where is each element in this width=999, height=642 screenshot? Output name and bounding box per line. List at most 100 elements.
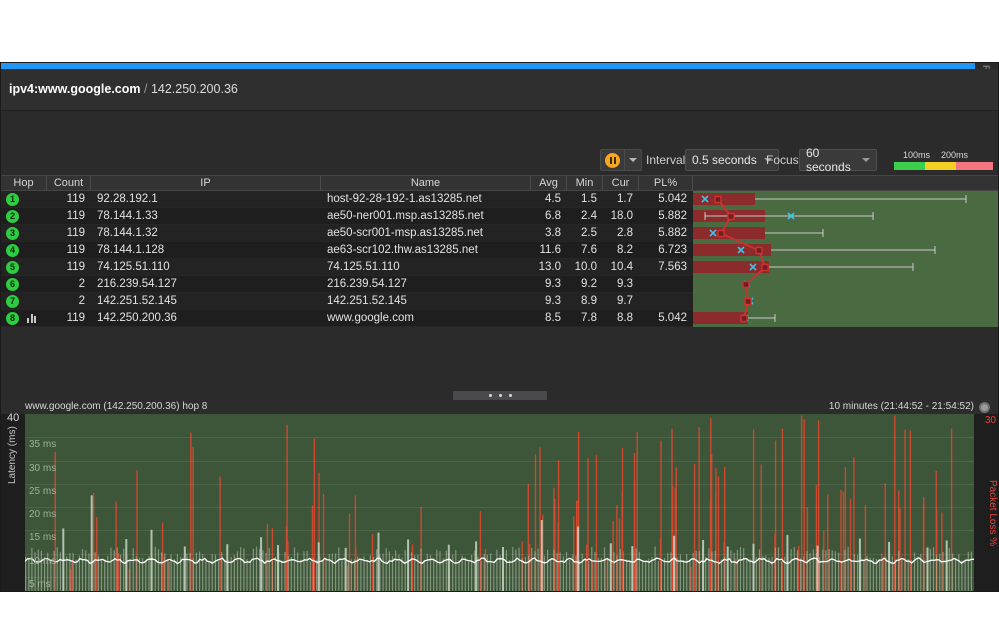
gear-icon[interactable] [979,402,990,413]
table-row[interactable]: 311978.144.1.32ae50-scr001-msp.as13285.n… [1,225,999,242]
ip-cell: 78.144.1.128 [91,242,321,259]
pause-button[interactable] [600,149,624,171]
legend-tick-100ms: 100ms [903,150,930,160]
gridline-label: 20 ms [29,509,56,520]
y-axis-left-min: 0 [13,590,19,592]
pl-cell: 5.882 [639,208,693,225]
count-cell: 119 [47,259,91,276]
title-separator: / [144,82,147,96]
pause-dropdown-button[interactable] [624,149,642,171]
name-cell: www.google.com [321,310,531,327]
title-ip: 142.250.200.36 [151,82,238,96]
column-header-count[interactable]: Count [47,175,91,191]
column-header-latency[interactable] [693,175,999,191]
hop-badge: 7 [6,295,19,308]
avg-cell: 9.3 [531,276,567,293]
gridline-label: 5 ms [29,579,51,590]
plot-svg [25,414,974,592]
legend-tick-200ms: 200ms [941,150,968,160]
hop-cell: 5 [1,259,47,276]
name-cell: ae50-ner001.msp.as13285.net [321,208,531,225]
min-cell: 9.2 [567,276,603,293]
avg-cell: 13.0 [531,259,567,276]
chevron-down-icon [629,158,637,162]
interval-label: Interval [646,153,685,167]
name-cell: host-92-28-192-1.as13285.net [321,191,531,208]
min-cell: 8.9 [567,293,603,310]
hop-cell: 2 [1,208,47,225]
hop-badge: 8 [6,312,19,325]
hop-cell: 4 [1,242,47,259]
cur-cell: 8.2 [603,242,639,259]
gridline-label: 15 ms [29,532,56,543]
count-cell: 119 [47,242,91,259]
cur-cell: 10.4 [603,259,639,276]
min-cell: 2.4 [567,208,603,225]
pl-cell: 5.042 [639,310,693,327]
min-cell: 2.5 [567,225,603,242]
latency-bar-cell [693,259,999,276]
page-title: ipv4:www.google.com / 142.250.200.36 [9,82,238,96]
column-header-cur[interactable]: Cur [603,175,639,191]
latency-timeline-plot[interactable] [25,414,974,592]
splitter-grip[interactable] [453,391,547,400]
table-row[interactable]: 511974.125.51.11074.125.51.11013.010.010… [1,259,999,276]
gridline [25,437,974,438]
table-row[interactable]: 4 11978.144.1.128ae63-scr102.thw.as13285.… [1,242,999,259]
interval-value: 0.5 seconds [686,153,764,167]
gridline [25,554,974,555]
avg-cell: 11.6 [531,242,567,259]
title-host: ipv4:www.google.com [9,82,141,96]
gridline [25,461,974,462]
avg-cell: 4.5 [531,191,567,208]
pl-cell [639,276,693,293]
ip-cell: 74.125.51.110 [91,259,321,276]
gridline-label: 35 ms [29,439,56,450]
pl-cell: 5.882 [639,225,693,242]
name-cell: 74.125.51.110 [321,259,531,276]
latency-bar-cell [693,310,999,327]
hop-badge: 2 [6,210,19,223]
column-header-ip[interactable]: IP [91,175,321,191]
column-header-pl[interactable]: PL% [639,175,693,191]
table-row[interactable]: 72142.251.52.145142.251.52.1459.38.99.7 [1,293,999,310]
column-header-hop[interactable]: Hop [1,175,47,191]
table-row[interactable]: 111992.28.192.1host-92-28-192-1.as13285.… [1,191,999,208]
grip-dot [489,394,492,397]
avg-cell: 9.3 [531,293,567,310]
table-row[interactable]: 62216.239.54.127216.239.54.1279.39.29.3 [1,276,999,293]
graph-title-bar: www.google.com (142.250.200.36) hop 8 10… [1,400,999,414]
timeline-graph-panel: www.google.com (142.250.200.36) hop 8 10… [1,400,999,592]
name-cell: ae63-scr102.thw.as13285.net [321,242,531,259]
name-cell: 142.251.52.145 [321,293,531,310]
count-cell: 119 [47,208,91,225]
hop-table: Hop Count IP Name Avg Min Cur PL% 111992… [1,175,999,344]
y-axis-left-label: Latency (ms) [7,426,18,484]
splitter-area [1,327,999,399]
legend-swatch-green [894,162,925,170]
bar-chart-icon[interactable] [27,314,38,323]
cur-cell: 2.8 [603,225,639,242]
avg-cell: 8.5 [531,310,567,327]
column-header-avg[interactable]: Avg [531,175,567,191]
hop-badge: 5 [6,261,19,274]
hop-cell: 1 [1,191,47,208]
ip-cell: 216.239.54.127 [91,276,321,293]
focus-label: Focus [766,153,799,167]
hop-badge: 1 [6,193,19,206]
pl-cell: 5.042 [639,191,693,208]
table-row[interactable]: 8119142.250.200.36www.google.com8.57.88.… [1,310,999,327]
interval-select[interactable]: 0.5 seconds [685,149,779,171]
pause-icon [605,153,620,168]
hop-cell: 7 [1,293,47,310]
pl-cell [639,293,693,310]
focus-select[interactable]: 60 seconds [799,149,877,171]
column-header-name[interactable]: Name [321,175,531,191]
graph-title: www.google.com (142.250.200.36) hop 8 [25,400,207,414]
gridline [25,577,974,578]
cur-cell: 8.8 [603,310,639,327]
column-header-min[interactable]: Min [567,175,603,191]
table-row[interactable]: 211978.144.1.33ae50-ner001.msp.as13285.n… [1,208,999,225]
hop-badge: 4 [6,244,19,257]
pingplotter-window: Reports ipv4:www.google.com / 142.250.20… [0,62,999,592]
